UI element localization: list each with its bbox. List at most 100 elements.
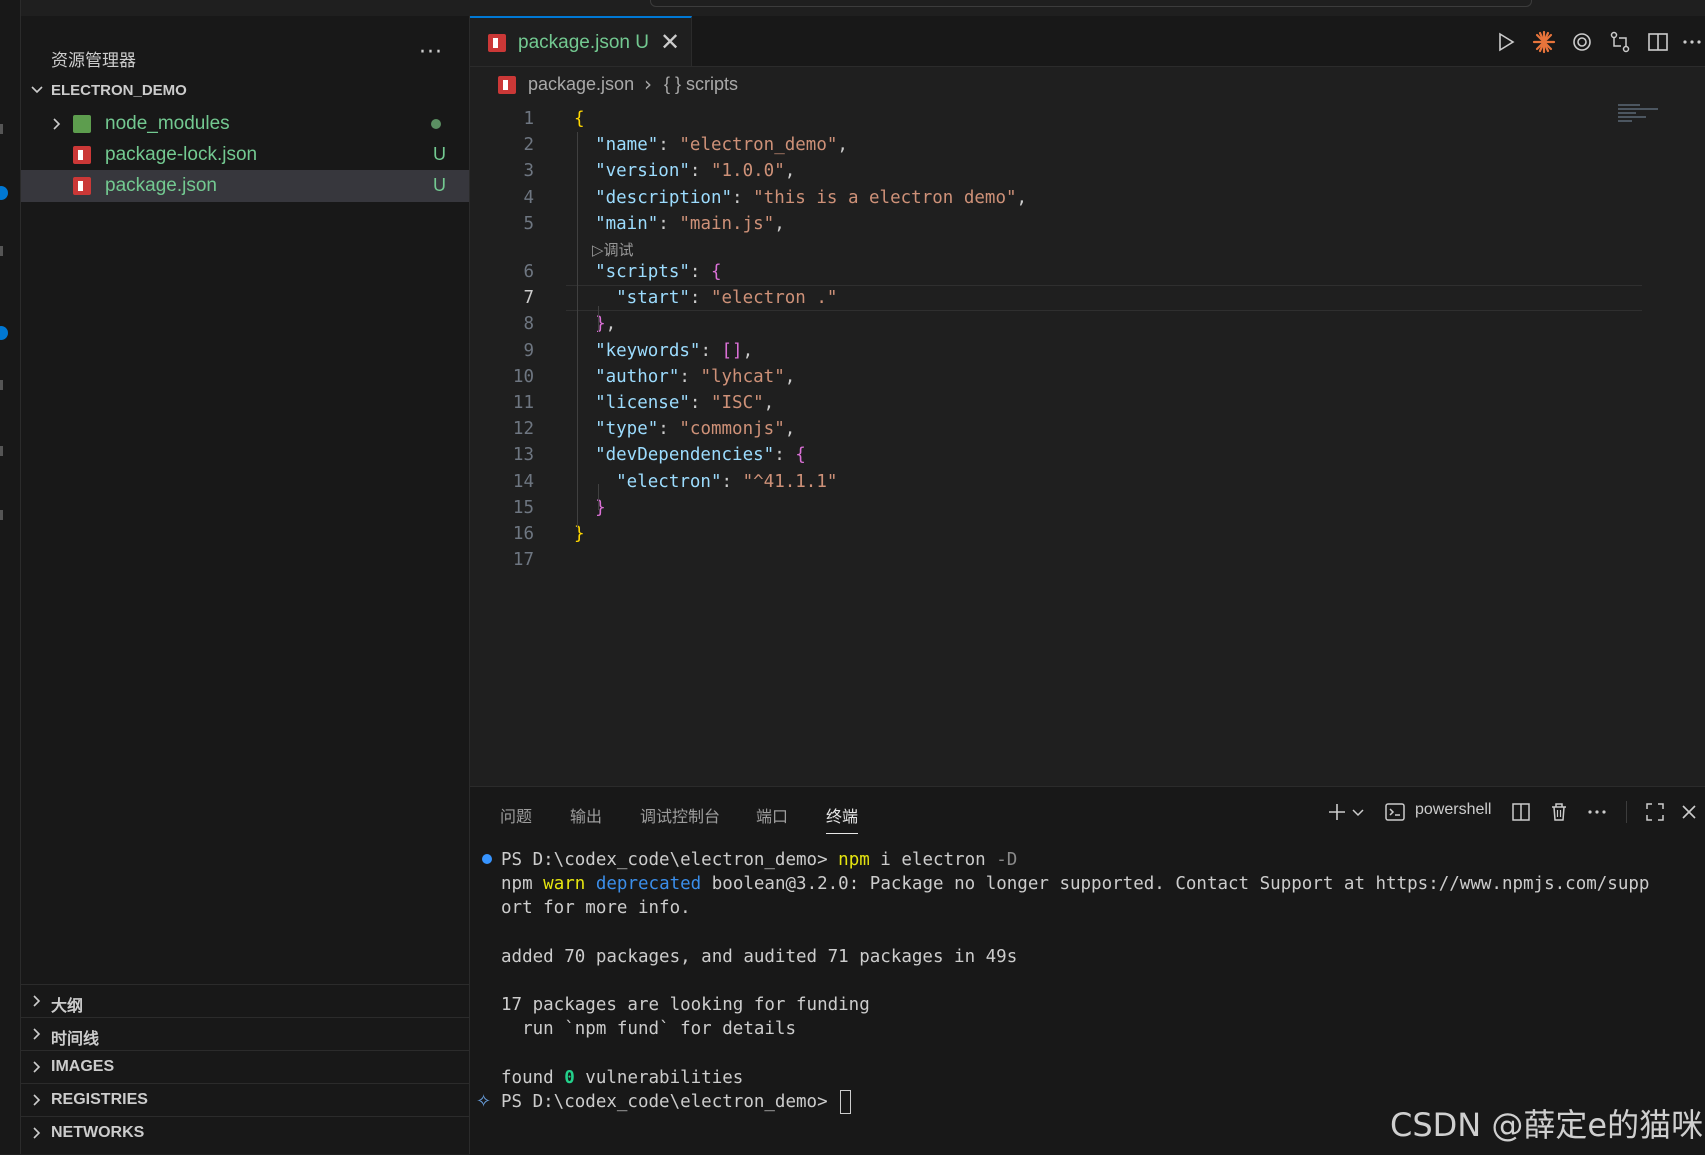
sidebar-sections: 大纲 时间线 IMAGES REGISTRIES NETWORKS <box>21 984 469 1149</box>
split-editor-icon[interactable] <box>1646 30 1670 54</box>
line-number: 5 <box>523 213 534 234</box>
more-actions-icon[interactable] <box>1680 30 1704 54</box>
command-center[interactable] <box>650 0 1532 7</box>
code-text: "main": "main.js", <box>574 211 785 237</box>
compare-changes-icon[interactable] <box>1608 30 1632 54</box>
toolbar-divider <box>1626 801 1627 823</box>
sparkle-icon[interactable]: ✧ <box>476 1091 491 1112</box>
line-number: 3 <box>523 161 534 182</box>
code-token: "ISC" <box>710 393 764 413</box>
code-token: "^41.1.1" <box>742 471 838 492</box>
code-token: "name" <box>574 135 659 156</box>
explorer-title: 资源管理器 <box>51 51 136 71</box>
activity-item-icon[interactable] <box>0 124 3 134</box>
more-actions-icon[interactable] <box>1586 801 1608 823</box>
code-token: "main" <box>574 213 659 234</box>
new-terminal-icon[interactable] <box>1326 801 1348 823</box>
trash-icon[interactable] <box>1548 801 1570 823</box>
npm-file-icon <box>488 34 506 52</box>
code-line: 2 "name": "electron_demo", <box>470 132 1705 158</box>
code-token: { <box>795 445 806 466</box>
code-token: "start" <box>574 288 690 309</box>
code-token: : <box>689 393 711 413</box>
activity-badge-icon[interactable] <box>0 326 8 340</box>
codelens-debug[interactable]: ▷调试 <box>592 239 634 261</box>
code-token: : <box>658 419 680 440</box>
code-token: , <box>742 340 754 361</box>
code-line: 7 "start": "electron ." <box>470 285 1705 312</box>
run-icon[interactable] <box>1494 30 1518 54</box>
code-token: } <box>574 524 585 544</box>
terminal-token: npm <box>838 850 870 870</box>
code-line: 15 } <box>470 495 1705 521</box>
activity-item-icon[interactable] <box>0 510 3 520</box>
code-token: : <box>700 340 722 361</box>
code-text: "devDependencies": { <box>574 442 806 468</box>
code-line: 14 "electron": "^41.1.1" <box>470 469 1705 495</box>
tree-item-node-modules[interactable]: node_modules <box>21 108 469 140</box>
code-token: : <box>689 161 711 182</box>
code-token: [] <box>721 340 743 361</box>
tree-item-label: package-lock.json <box>105 144 258 165</box>
code-line: 6 "scripts": { <box>470 259 1705 285</box>
section-images[interactable]: IMAGES <box>21 1050 469 1083</box>
npm-file-icon <box>73 177 91 195</box>
code-text: "license": "ISC", <box>574 390 774 416</box>
breadcrumb-symbol[interactable]: { } scripts <box>664 74 738 95</box>
claude-icon[interactable] <box>1532 30 1556 54</box>
section-outline[interactable]: 大纲 <box>21 984 469 1017</box>
tab-debug-console[interactable]: 调试控制台 <box>640 803 720 827</box>
code-line: 5 "main": "main.js", <box>470 211 1705 237</box>
tab-close-icon[interactable]: ✕ <box>660 28 680 56</box>
code-line: 11 "license": "ISC", <box>470 390 1705 416</box>
activity-item-icon[interactable] <box>0 380 3 390</box>
chevron-right-icon <box>33 1028 41 1040</box>
terminal-token: 17 packages are looking for funding <box>501 995 870 1016</box>
tree-item-package-json[interactable]: package.json U <box>21 170 469 202</box>
tab-output[interactable]: 输出 <box>570 803 602 827</box>
activity-badge-icon[interactable] <box>0 186 8 200</box>
terminal-token: deprecated <box>595 874 702 895</box>
git-status-badge: U <box>433 144 446 164</box>
npm-file-icon <box>498 76 516 94</box>
code-text: "version": "1.0.0", <box>574 158 795 184</box>
explorer-more-button[interactable]: ··· <box>419 40 443 65</box>
code-line: 13 "devDependencies": { <box>470 442 1705 468</box>
activity-item-icon[interactable] <box>0 446 3 456</box>
tab-ports[interactable]: 端口 <box>756 803 788 827</box>
terminal-token: vulnerabilities <box>574 1067 744 1088</box>
workspace-root-folder[interactable]: ELECTRON_DEMO <box>21 76 469 106</box>
line-number: 17 <box>512 550 534 571</box>
split-terminal-icon[interactable] <box>1510 801 1532 823</box>
breadcrumb-file[interactable]: package.json <box>528 74 634 95</box>
command-decoration-icon[interactable] <box>482 854 492 864</box>
maximize-panel-icon[interactable] <box>1644 801 1666 823</box>
terminal-token: warn <box>543 874 586 895</box>
section-registries[interactable]: REGISTRIES <box>21 1083 469 1116</box>
tree-item-package-lock[interactable]: package-lock.json U <box>21 139 469 171</box>
tree-item-label: package.json <box>105 175 217 196</box>
terminal-line: 17 packages are looking for funding <box>501 992 870 1018</box>
code-token: } <box>574 497 606 518</box>
chevron-right-icon <box>33 1094 41 1106</box>
tab-terminal[interactable]: 终端 <box>826 803 859 834</box>
close-panel-icon[interactable] <box>1678 801 1700 823</box>
section-networks[interactable]: NETWORKS <box>21 1116 469 1149</box>
terminal-dropdown-icon[interactable] <box>1350 801 1366 823</box>
code-token: , <box>837 135 848 156</box>
section-label: REGISTRIES <box>51 1091 148 1108</box>
openai-icon[interactable] <box>1570 30 1594 54</box>
activity-bar <box>0 0 21 1154</box>
section-timeline[interactable]: 时间线 <box>21 1017 469 1050</box>
tab-problems[interactable]: 问题 <box>500 803 532 827</box>
line-number: 10 <box>512 366 534 387</box>
terminal-shell-label[interactable]: powershell <box>1415 801 1491 819</box>
terminal-token: added 70 packages, and audited 71 packag… <box>501 946 1018 967</box>
tab-package-json[interactable]: package.json U ✕ <box>470 16 692 66</box>
code-token: "commonjs" <box>679 419 785 440</box>
code-text: "type": "commonjs", <box>574 416 795 442</box>
code-token: "electron" <box>574 471 722 492</box>
code-token: "description" <box>574 187 733 208</box>
activity-item-icon[interactable] <box>0 246 3 256</box>
code-token: "author" <box>574 366 680 387</box>
